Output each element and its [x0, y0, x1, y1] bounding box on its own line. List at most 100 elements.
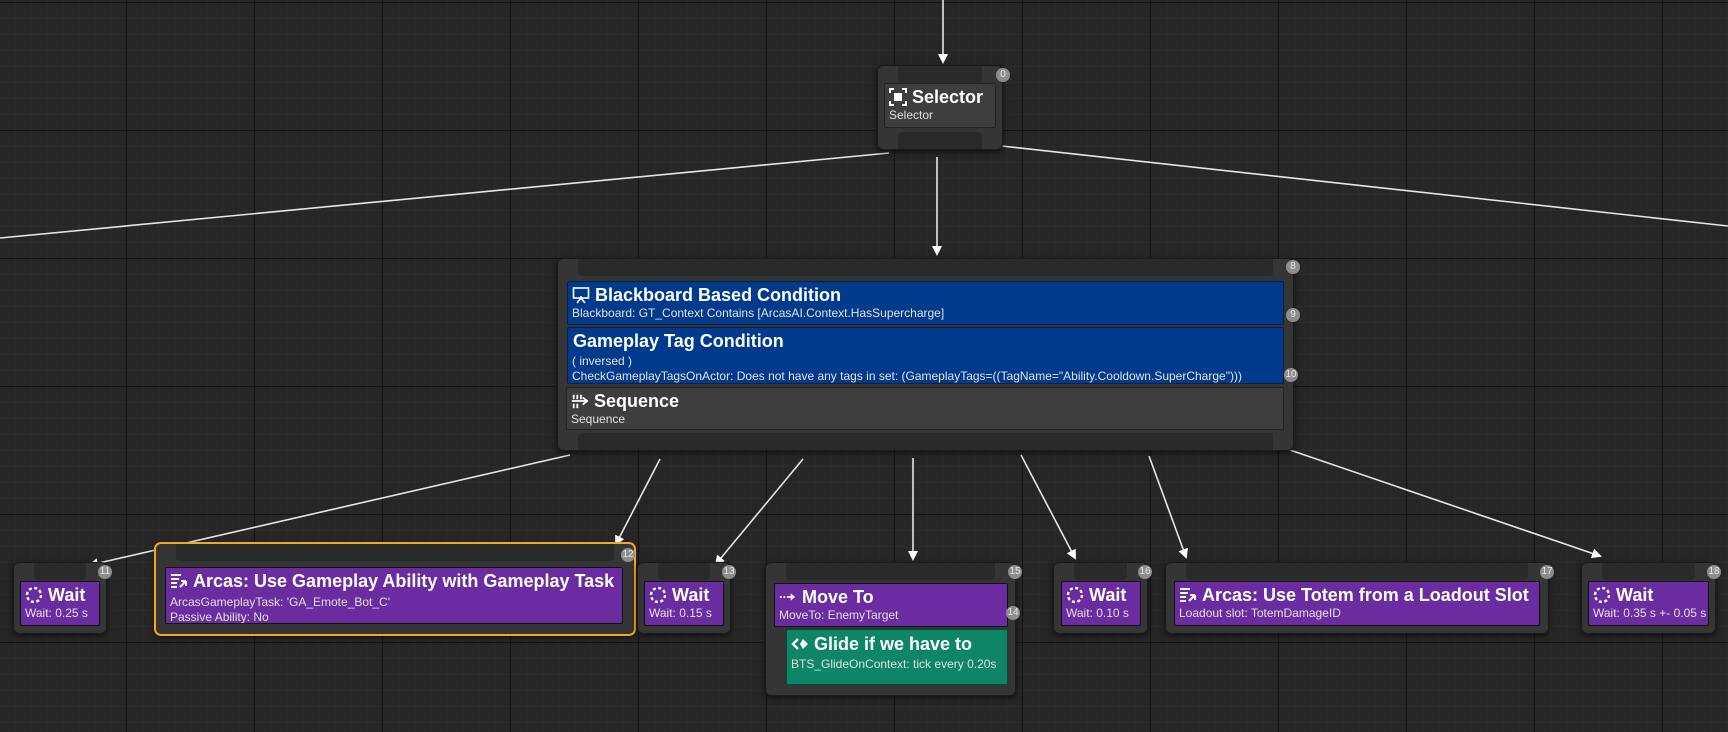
- service-description: BTS_GlideOnContext: tick every 0.20s: [791, 657, 997, 671]
- task-description: ArcasGameplayTask: 'GA_Emote_Bot_C': [170, 595, 391, 609]
- wire-seq-to-wait-16: [1020, 454, 1076, 560]
- sequence-output-pin[interactable]: [578, 433, 1273, 450]
- wait-task-node[interactable]: 11 Wait Wait: 0.25 s: [13, 562, 112, 634]
- task-icon: [170, 572, 188, 590]
- execution-index-badge: 18: [1707, 565, 1721, 579]
- task-description: Wait: 0.25 s: [25, 606, 88, 620]
- execution-index-badge: 10: [1284, 368, 1298, 382]
- task-description: Passive Ability: No: [170, 610, 269, 624]
- decorator-title-text: Gameplay Tag Condition: [573, 331, 784, 351]
- task-title-text: Wait: [672, 585, 710, 605]
- execution-index-badge: 15: [1008, 565, 1022, 579]
- service-icon: [791, 635, 809, 653]
- decorator-title-text: Blackboard Based Condition: [595, 285, 842, 305]
- sequence-composite[interactable]: Sequence Sequence: [566, 387, 1284, 430]
- task-title-text: Move To: [802, 587, 874, 607]
- sequence-node[interactable]: 8 Blackboard Based Condition Blackboard:…: [557, 258, 1300, 451]
- task-title-text: Wait: [1089, 585, 1127, 605]
- task-title-text: Arcas: Use Totem from a Loadout Slot: [1202, 585, 1529, 605]
- wire-seq-to-wait-13: [714, 458, 804, 566]
- decorator-description: CheckGameplayTagsOnActor: Does not have …: [572, 369, 1242, 383]
- task-description: Loadout slot: TotemDamageID: [1179, 606, 1341, 620]
- execution-index-badge: 16: [1138, 565, 1152, 579]
- selector-input-pin[interactable]: [898, 66, 982, 83]
- task-card: Wait Wait: 0.15 s: [644, 581, 724, 626]
- execution-index-badge: 9: [1286, 308, 1300, 322]
- task-input-pin[interactable]: [34, 563, 86, 580]
- wait-icon: [649, 586, 667, 604]
- task-description: MoveTo: EnemyTarget: [779, 608, 899, 622]
- decorator-inversed-label: ( inversed ): [572, 354, 633, 368]
- task-icon: [1179, 586, 1197, 604]
- task-title: Wait: [21, 582, 99, 606]
- decorator-description: Blackboard: GT_Context Contains [ArcasAI…: [572, 306, 945, 320]
- task-input-pin[interactable]: [176, 544, 614, 561]
- task-input-pin[interactable]: [1074, 563, 1127, 580]
- blackboard-condition-decorator[interactable]: Blackboard Based Condition Blackboard: G…: [567, 281, 1284, 325]
- wait-icon: [1593, 586, 1611, 604]
- selector-node[interactable]: Selector Selector 0: [877, 65, 1010, 150]
- task-card: Arcas: Use Gameplay Ability with Gamepla…: [165, 567, 623, 624]
- selector-output-pin[interactable]: [898, 132, 982, 149]
- wait-task-node[interactable]: 13 Wait Wait: 0.15 s: [637, 562, 736, 634]
- task-card: Wait Wait: 0.10 s: [1061, 581, 1141, 626]
- task-title-text: Wait: [1616, 585, 1654, 605]
- task-description: Wait: 0.15 s: [649, 606, 712, 620]
- task-card: Wait Wait: 0.35 s +- 0.05 s: [1588, 581, 1709, 626]
- wait-icon: [25, 586, 43, 604]
- task-title: Move To: [775, 584, 1007, 608]
- task-input-pin[interactable]: [1186, 563, 1528, 580]
- wire-seq-to-task-12: [615, 458, 661, 546]
- gameplay-tag-condition-decorator[interactable]: Gameplay Tag Condition ( inversed ) Chec…: [567, 327, 1284, 384]
- execution-index-badge: 12: [621, 548, 635, 562]
- execution-index-badge: 14: [1006, 606, 1020, 620]
- blackboard-icon: [572, 286, 590, 304]
- task-input-pin[interactable]: [1602, 563, 1695, 580]
- task-card: Move To MoveTo: EnemyTarget: [774, 583, 1008, 627]
- selector-title: Selector: [885, 84, 995, 108]
- task-input-pin[interactable]: [786, 563, 995, 580]
- execution-index-badge: 11: [98, 565, 112, 579]
- wait-icon: [1066, 586, 1084, 604]
- task-card: Wait Wait: 0.25 s: [20, 581, 100, 626]
- composite-title-text: Sequence: [594, 391, 680, 411]
- service-title: Glide if we have to: [787, 630, 1007, 655]
- task-title: Wait: [645, 582, 723, 606]
- selector-icon: [889, 88, 907, 106]
- wire-seq-to-wait-18: [1286, 448, 1602, 559]
- composite-title: Sequence: [567, 388, 1283, 412]
- move-to-icon: [779, 588, 797, 606]
- use-totem-task-node[interactable]: 17 Arcas: Use Totem from a Loadout Slot …: [1165, 562, 1554, 634]
- task-description: Wait: 0.10 s: [1066, 606, 1129, 620]
- decorator-title: Gameplay Tag Condition: [568, 328, 1283, 352]
- sequence-input-pin[interactable]: [578, 259, 1273, 276]
- composite-subtitle: Sequence: [571, 412, 626, 426]
- decorator-title: Blackboard Based Condition: [568, 282, 1283, 306]
- task-title: Arcas: Use Totem from a Loadout Slot: [1175, 582, 1539, 606]
- task-input-pin[interactable]: [658, 563, 710, 580]
- task-title: Arcas: Use Gameplay Ability with Gamepla…: [166, 568, 622, 592]
- move-to-task-node[interactable]: 15 Move To MoveTo: EnemyTarget 14 Glide …: [765, 562, 1022, 696]
- glide-service[interactable]: Glide if we have to BTS_GlideOnContext: …: [786, 629, 1008, 685]
- use-gameplay-ability-task-node[interactable]: 12 Arcas: Use Gameplay Ability with Game…: [154, 542, 636, 636]
- execution-index-badge: 17: [1540, 565, 1554, 579]
- execution-index-badge: 0: [996, 68, 1010, 82]
- service-title-text: Glide if we have to: [814, 634, 973, 654]
- task-title: Wait: [1589, 582, 1708, 606]
- selector-title-text: Selector: [912, 87, 984, 107]
- wire-selector-left: [0, 152, 890, 239]
- task-title-text: Wait: [48, 585, 86, 605]
- execution-index-badge: 13: [722, 565, 736, 579]
- task-title: Wait: [1062, 582, 1140, 606]
- wait-task-node[interactable]: 18 Wait Wait: 0.35 s +- 0.05 s: [1581, 562, 1721, 634]
- task-title-text: Arcas: Use Gameplay Ability with Gamepla…: [193, 571, 615, 591]
- wire-selector-right: [1001, 145, 1728, 227]
- selector-subtitle: Selector: [889, 108, 934, 122]
- sequence-icon: [571, 392, 589, 410]
- selector-card: Selector Selector: [884, 83, 996, 128]
- task-card: Arcas: Use Totem from a Loadout Slot Loa…: [1174, 581, 1540, 626]
- wire-seq-to-totem-17: [1148, 455, 1188, 559]
- task-description: Wait: 0.35 s +- 0.05 s: [1593, 606, 1707, 620]
- wait-task-node[interactable]: 16 Wait Wait: 0.10 s: [1053, 562, 1152, 634]
- execution-index-badge: 8: [1286, 260, 1300, 274]
